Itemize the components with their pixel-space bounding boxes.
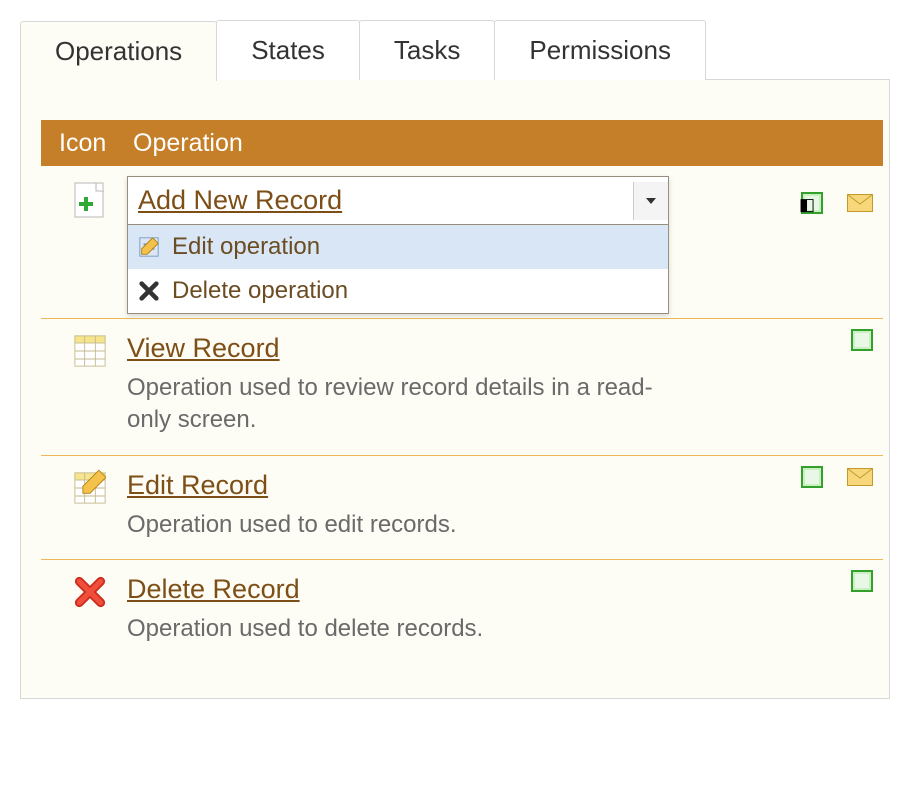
tab-states[interactable]: States bbox=[216, 20, 360, 80]
operation-dropdown: Add New Record bbox=[127, 176, 669, 314]
status-box-icon[interactable] bbox=[851, 570, 873, 592]
tab-label: Tasks bbox=[394, 35, 460, 65]
dropdown-menu: Edit operation Delete operation bbox=[128, 224, 668, 313]
delete-icon bbox=[138, 280, 160, 302]
dropdown-item-label: Delete operation bbox=[172, 277, 348, 305]
dropdown-item-edit[interactable]: Edit operation bbox=[128, 225, 668, 269]
row-icon bbox=[41, 470, 127, 506]
status-box-icon[interactable] bbox=[801, 466, 823, 488]
table-header: Icon Operation bbox=[41, 120, 883, 166]
operation-link[interactable]: Edit Record bbox=[127, 470, 268, 500]
table-row: Edit Record Operation used to edit recor… bbox=[41, 456, 883, 560]
tab-panel: Icon Operation bbox=[20, 79, 890, 699]
grid-icon bbox=[74, 333, 106, 369]
operation-link[interactable]: View Record bbox=[127, 333, 280, 363]
row-icon bbox=[41, 333, 127, 369]
col-header-operation: Operation bbox=[133, 129, 883, 158]
row-icon bbox=[41, 574, 127, 610]
operations-table: Icon Operation bbox=[41, 120, 883, 664]
col-header-icon: Icon bbox=[41, 129, 133, 158]
row-icon bbox=[41, 182, 127, 218]
table-row: View Record Operation used to review rec… bbox=[41, 319, 883, 456]
grid-edit-icon bbox=[74, 470, 106, 506]
status-box-icon[interactable] bbox=[851, 329, 873, 351]
mail-icon[interactable] bbox=[847, 194, 873, 212]
tab-label: Permissions bbox=[529, 35, 671, 65]
operation-description: Operation used to delete records. bbox=[127, 613, 663, 645]
dropdown-item-delete[interactable]: Delete operation bbox=[128, 269, 668, 313]
operation-link[interactable]: Add New Record bbox=[128, 177, 352, 224]
operation-description: Operation used to review record details … bbox=[127, 372, 663, 437]
table-row: Delete Record Operation used to delete r… bbox=[41, 560, 883, 663]
operation-link[interactable]: Delete Record bbox=[127, 574, 300, 604]
tab-permissions[interactable]: Permissions bbox=[494, 20, 706, 80]
delete-x-icon bbox=[74, 574, 106, 610]
dropdown-toggle[interactable] bbox=[633, 182, 668, 220]
mail-icon[interactable] bbox=[847, 468, 873, 486]
status-box-icon[interactable] bbox=[801, 192, 823, 214]
tab-label: Operations bbox=[55, 36, 182, 66]
operation-description: Operation used to edit records. bbox=[127, 509, 663, 541]
table-row: Add New Record bbox=[41, 182, 883, 319]
tabs-bar: Operations States Tasks Permissions bbox=[20, 20, 910, 80]
chevron-down-icon bbox=[646, 198, 656, 204]
edit-icon bbox=[138, 236, 160, 258]
dropdown-item-label: Edit operation bbox=[172, 233, 320, 261]
tab-tasks[interactable]: Tasks bbox=[359, 20, 495, 80]
add-record-icon bbox=[74, 182, 106, 218]
tab-operations[interactable]: Operations bbox=[20, 21, 217, 81]
tab-label: States bbox=[251, 35, 325, 65]
